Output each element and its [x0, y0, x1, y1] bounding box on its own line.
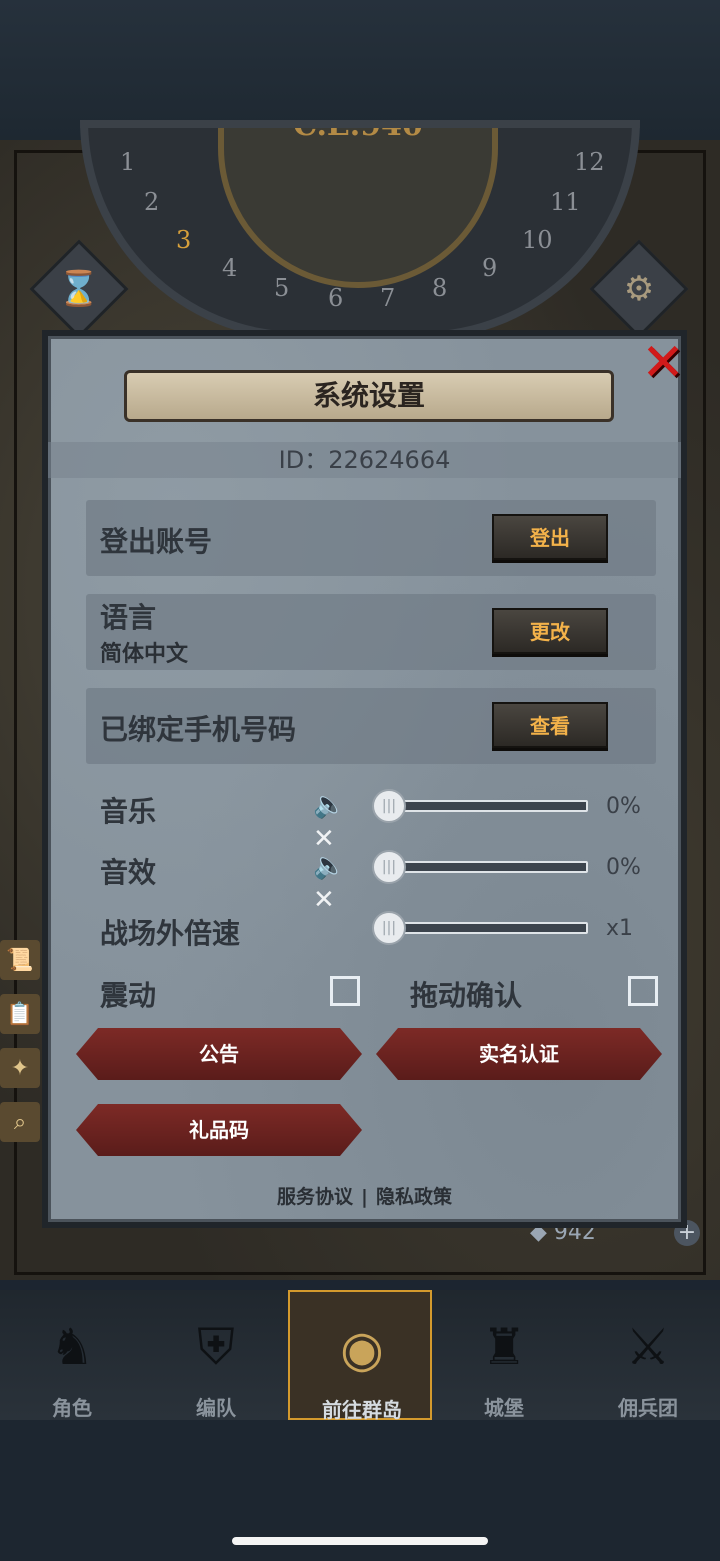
sfx-slider[interactable]	[386, 861, 588, 873]
battle-speed-value: x1	[606, 916, 634, 941]
dial-number: 6	[328, 284, 344, 312]
language-row: 语言 简体中文 更改	[86, 594, 656, 670]
quest-icon[interactable]: 📋	[0, 994, 40, 1034]
phone-row: 已绑定手机号码 查看	[86, 688, 656, 764]
dial-number: 11	[550, 188, 581, 216]
nav-item-islands[interactable]: ◉ 前往群岛	[288, 1290, 432, 1422]
nav-item-character[interactable]: ♞ 角色	[0, 1290, 144, 1420]
sfx-value: 0%	[606, 855, 641, 880]
gear-icon: ⚙	[623, 269, 655, 309]
language-label: 语言	[100, 601, 157, 634]
dial-number: 7	[380, 284, 396, 312]
close-button[interactable]: ✕	[638, 337, 688, 389]
status-bar-area	[0, 0, 720, 140]
nav-label: 前往群岛	[322, 1398, 402, 1422]
gift-code-button[interactable]: 礼品码	[76, 1104, 362, 1156]
drag-confirm-label: 拖动确认	[410, 979, 523, 1012]
home-indicator[interactable]	[232, 1537, 488, 1545]
dial-number: 10	[522, 226, 553, 254]
search-icon[interactable]: ⌕	[0, 1102, 40, 1142]
separator: |	[361, 1186, 368, 1208]
dial-number: 2	[144, 188, 160, 216]
music-value: 0%	[606, 794, 641, 819]
helmet-icon: ⛨	[197, 1318, 235, 1376]
mercenary-icon: ⚔	[625, 1318, 671, 1376]
dial-number: 1	[120, 148, 136, 176]
music-label: 音乐	[100, 795, 157, 828]
bottom-nav: ♞ 角色 ⛨ 编队 ◉ 前往群岛 ♜ 城堡 ⚔ 佣兵团	[0, 1290, 720, 1422]
logout-label: 登出账号	[100, 525, 213, 558]
sfx-label: 音效	[100, 856, 157, 889]
phone-label: 已绑定手机号码	[100, 713, 297, 746]
nav-label: 城堡	[484, 1396, 524, 1420]
battle-speed-label: 战场外倍速	[100, 917, 241, 950]
speaker-muted-icon[interactable]: 🔈✕	[313, 788, 361, 854]
language-value: 简体中文	[100, 642, 189, 667]
privacy-link[interactable]: 隐私政策	[376, 1186, 452, 1208]
notice-button[interactable]: 公告	[76, 1028, 362, 1080]
castle-icon: ♜	[481, 1318, 527, 1376]
battle-speed-slider-knob[interactable]: |||	[372, 911, 406, 945]
dial-number: 9	[482, 254, 498, 282]
scroll-icon[interactable]: 📜	[0, 940, 40, 980]
settings-dialog: 系统设置 ✕ ID：22624664 登出账号 登出 语言 简体中文 更改 已绑…	[42, 330, 687, 1228]
nav-item-castle[interactable]: ♜ 城堡	[432, 1290, 576, 1420]
dialog-title: 系统设置	[124, 370, 614, 422]
era-dial-center: C.E.940	[218, 120, 498, 288]
view-phone-button[interactable]: 查看	[492, 702, 608, 748]
drag-confirm-checkbox[interactable]	[628, 976, 658, 1006]
dial-number: 5	[274, 274, 290, 302]
logout-row: 登出账号 登出	[86, 500, 656, 576]
nav-label: 佣兵团	[618, 1396, 678, 1420]
dial-number-active: 3	[176, 226, 192, 254]
footer-links: 服务协议 | 隐私政策	[48, 1182, 681, 1209]
realname-verify-button[interactable]: 实名认证	[376, 1028, 662, 1080]
knight-icon: ♞	[49, 1318, 95, 1376]
nav-item-formation[interactable]: ⛨ 编队	[144, 1290, 288, 1420]
speaker-muted-icon[interactable]: 🔈✕	[313, 849, 361, 915]
change-language-button[interactable]: 更改	[492, 608, 608, 654]
logout-button[interactable]: 登出	[492, 514, 608, 560]
vibration-label: 震动	[100, 979, 157, 1012]
music-slider[interactable]	[386, 800, 588, 812]
nav-item-mercenary[interactable]: ⚔ 佣兵团	[576, 1290, 720, 1420]
nav-label: 角色	[52, 1396, 92, 1420]
vibration-checkbox[interactable]	[330, 976, 360, 1006]
sfx-slider-knob[interactable]: |||	[372, 850, 406, 884]
dial-number: 8	[432, 274, 448, 302]
dial-number: 12	[574, 148, 605, 176]
music-slider-knob[interactable]: |||	[372, 789, 406, 823]
dial-number: 4	[222, 254, 238, 282]
globe-icon: ◉	[340, 1320, 384, 1378]
battle-speed-slider[interactable]	[386, 922, 588, 934]
nav-label: 编队	[196, 1396, 236, 1420]
terms-link[interactable]: 服务协议	[277, 1186, 353, 1208]
user-id: ID：22624664	[48, 442, 681, 478]
compass-icon[interactable]: ✦	[0, 1048, 40, 1088]
side-shortcuts: 📜 📋 ✦ ⌕	[0, 940, 44, 1156]
hourglass-icon: ⌛	[57, 269, 101, 309]
era-label: C.E.940	[293, 120, 423, 143]
